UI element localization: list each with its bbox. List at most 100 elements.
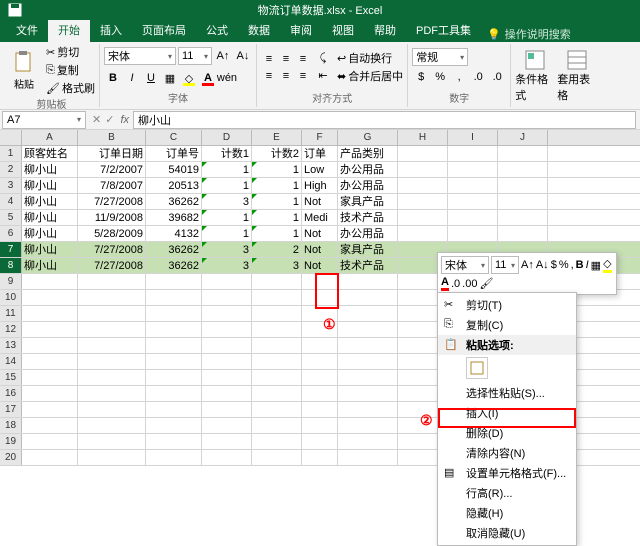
cell[interactable]: Not	[302, 194, 338, 209]
cell[interactable]: 3	[202, 242, 252, 257]
align-left-button[interactable]: ≡	[261, 68, 277, 84]
menu-row-height[interactable]: 行高(R)...	[438, 483, 576, 503]
tab-home[interactable]: 开始	[48, 18, 90, 42]
cell[interactable]	[202, 290, 252, 305]
cell[interactable]	[448, 226, 498, 241]
wrap-text-button[interactable]: ↩自动换行	[337, 50, 403, 66]
mini-font-size[interactable]: 11▾	[491, 256, 519, 274]
cell[interactable]	[202, 434, 252, 449]
cell[interactable]	[302, 386, 338, 401]
cell[interactable]	[338, 450, 398, 465]
cell[interactable]	[202, 354, 252, 369]
mini-italic[interactable]: I	[586, 259, 589, 271]
cell[interactable]	[252, 418, 302, 433]
row-1[interactable]: 1顾客姓名订单日期订单号计数1计数2订单产品类别	[0, 146, 640, 162]
tab-data[interactable]: 数据	[238, 18, 280, 42]
tab-pdf[interactable]: PDF工具集	[406, 18, 481, 42]
cell[interactable]: Medi	[302, 210, 338, 225]
cell[interactable]: 3	[202, 194, 252, 209]
cell[interactable]	[302, 418, 338, 433]
tab-file[interactable]: 文件	[6, 18, 48, 42]
cell[interactable]	[338, 354, 398, 369]
cell[interactable]	[448, 210, 498, 225]
cell[interactable]: 7/2/2007	[78, 162, 146, 177]
row-header-11[interactable]: 11	[0, 306, 22, 321]
menu-copy[interactable]: ⎘复制(C)	[438, 315, 576, 335]
phonetic-button[interactable]: wén	[218, 69, 236, 87]
cell[interactable]	[202, 338, 252, 353]
cell[interactable]: 3	[202, 258, 252, 273]
col-header-I[interactable]: I	[448, 130, 498, 145]
cell[interactable]	[22, 338, 78, 353]
format-painter-button[interactable]: 🖌格式刷	[46, 80, 95, 96]
cell[interactable]: 1	[252, 210, 302, 225]
increase-font-button[interactable]: A↑	[214, 47, 232, 65]
mini-increase-font[interactable]: A↑	[521, 259, 534, 271]
cell[interactable]: 1	[202, 162, 252, 177]
cell[interactable]	[398, 178, 448, 193]
cell[interactable]: 技术产品	[338, 210, 398, 225]
italic-button[interactable]: I	[123, 69, 141, 87]
row-header-17[interactable]: 17	[0, 402, 22, 417]
cell[interactable]: 顾客姓名	[22, 146, 78, 161]
cell[interactable]	[202, 274, 252, 289]
row-header-1[interactable]: 1	[0, 146, 22, 161]
row-header-4[interactable]: 4	[0, 194, 22, 209]
select-all-corner[interactable]	[0, 130, 22, 145]
underline-button[interactable]: U	[142, 69, 160, 87]
cell[interactable]	[22, 354, 78, 369]
row-3[interactable]: 3柳小山7/8/20072051311High办公用品	[0, 178, 640, 194]
cell[interactable]	[252, 450, 302, 465]
increase-decimal-button[interactable]: .0	[469, 68, 487, 86]
cell[interactable]: 柳小山	[22, 210, 78, 225]
cell[interactable]	[78, 370, 146, 385]
cell[interactable]: 柳小山	[22, 258, 78, 273]
paste-button[interactable]: 粘贴	[8, 50, 40, 91]
row-header-7[interactable]: 7	[0, 242, 22, 257]
cell[interactable]: 2	[252, 242, 302, 257]
enter-formula-button[interactable]: ✓	[105, 113, 114, 126]
tell-me-search[interactable]: 💡 操作说明搜索	[487, 26, 571, 42]
tab-view[interactable]: 视图	[322, 18, 364, 42]
cell[interactable]: Not	[302, 226, 338, 241]
menu-hide[interactable]: 隐藏(H)	[438, 503, 576, 523]
row-5[interactable]: 5柳小山11/9/20083968211Medi技术产品	[0, 210, 640, 226]
cell[interactable]	[146, 434, 202, 449]
cell[interactable]	[252, 402, 302, 417]
fill-color-button[interactable]: ◇	[180, 69, 198, 87]
bold-button[interactable]: B	[104, 69, 122, 87]
menu-format-cells[interactable]: ▤设置单元格格式(F)...	[438, 463, 576, 483]
cell[interactable]: Not	[302, 258, 338, 273]
cell[interactable]: Low	[302, 162, 338, 177]
cell[interactable]	[398, 194, 448, 209]
orientation-button[interactable]: ⤹	[315, 51, 331, 67]
cell[interactable]	[448, 178, 498, 193]
menu-delete[interactable]: 删除(D)	[438, 423, 576, 443]
row-header-6[interactable]: 6	[0, 226, 22, 241]
cell[interactable]	[302, 370, 338, 385]
cell[interactable]: 5/28/2009	[78, 226, 146, 241]
cell[interactable]	[146, 274, 202, 289]
cell[interactable]: 产品类别	[338, 146, 398, 161]
cell[interactable]	[78, 354, 146, 369]
cell[interactable]: 1	[252, 178, 302, 193]
cell[interactable]: 11/9/2008	[78, 210, 146, 225]
cell[interactable]	[202, 306, 252, 321]
cell[interactable]	[252, 386, 302, 401]
cell[interactable]	[498, 178, 548, 193]
cell[interactable]: 54019	[146, 162, 202, 177]
cell[interactable]	[338, 306, 398, 321]
font-color-button[interactable]: A	[199, 69, 217, 87]
cell[interactable]	[338, 402, 398, 417]
cell[interactable]: 1	[202, 178, 252, 193]
row-header-16[interactable]: 16	[0, 386, 22, 401]
cell[interactable]	[338, 418, 398, 433]
row-header-12[interactable]: 12	[0, 322, 22, 337]
tab-layout[interactable]: 页面布局	[132, 18, 196, 42]
cell[interactable]	[338, 434, 398, 449]
mini-format-painter[interactable]: 🖌	[479, 277, 493, 290]
cell[interactable]	[202, 402, 252, 417]
cell[interactable]: 柳小山	[22, 226, 78, 241]
cell[interactable]	[78, 306, 146, 321]
cell[interactable]: 1	[252, 162, 302, 177]
